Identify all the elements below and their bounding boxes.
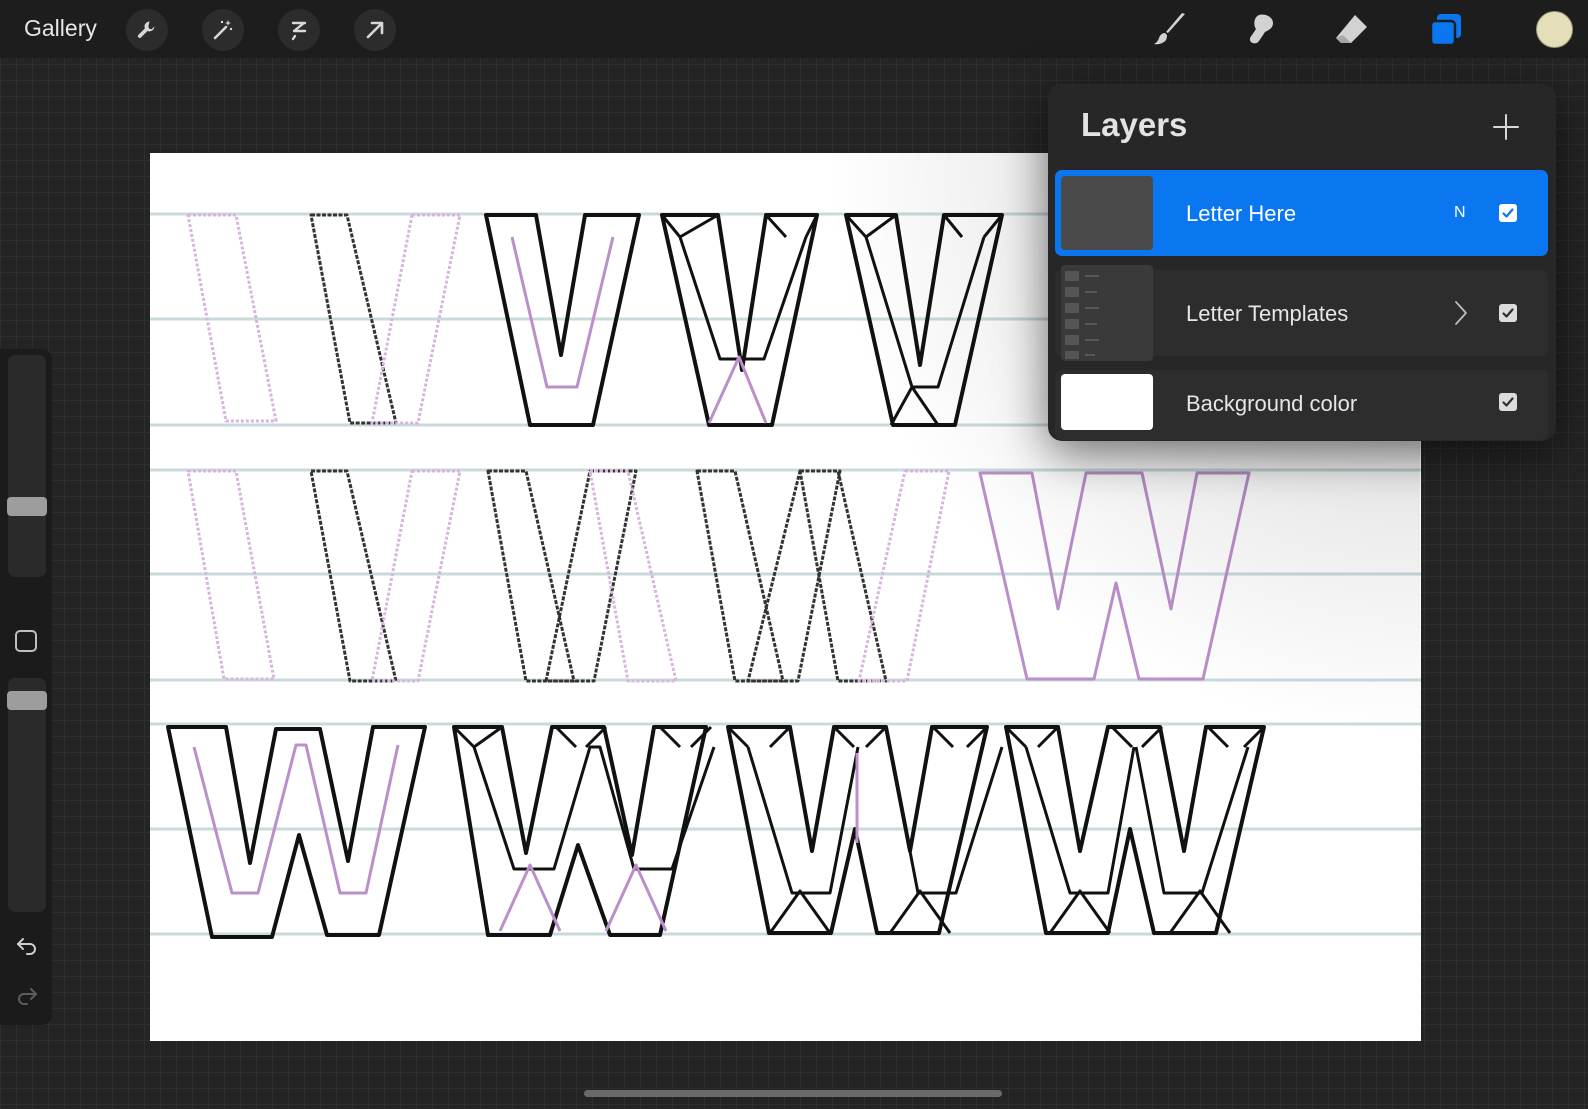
- left-sidebar: [0, 349, 52, 1025]
- layer-row-background-color[interactable]: Background color: [1055, 370, 1548, 440]
- visibility-checkbox[interactable]: [1499, 304, 1517, 322]
- layers-icon[interactable]: [1426, 12, 1466, 48]
- plus-icon[interactable]: [1490, 111, 1522, 143]
- modify-square-icon[interactable]: [15, 630, 37, 652]
- layers-panel: Layers Letter Here N Letter Templates Ba…: [1048, 84, 1556, 441]
- layer-group-letter-templates[interactable]: Letter Templates: [1055, 265, 1548, 361]
- background-thumbnail: [1061, 374, 1153, 430]
- color-picker-swatch[interactable]: [1536, 11, 1573, 48]
- opacity-thumb[interactable]: [7, 691, 47, 710]
- layers-title: Layers: [1081, 106, 1188, 143]
- selection-icon[interactable]: [278, 9, 320, 51]
- brush-size-slider[interactable]: [8, 355, 46, 577]
- layer-thumbnail: [1061, 176, 1153, 250]
- gallery-button[interactable]: Gallery: [24, 15, 97, 42]
- layer-name: Letter Templates: [1186, 301, 1349, 326]
- eraser-icon[interactable]: [1332, 12, 1372, 48]
- layer-name: Background color: [1186, 391, 1358, 416]
- blend-mode-button[interactable]: N: [1454, 204, 1466, 222]
- chevron-right-icon[interactable]: [1453, 300, 1469, 326]
- magic-wand-icon[interactable]: [202, 9, 244, 51]
- layer-row-letter-here[interactable]: Letter Here N: [1055, 170, 1548, 256]
- wrench-icon[interactable]: [126, 9, 168, 51]
- home-indicator[interactable]: [584, 1090, 1002, 1097]
- layer-name: Letter Here: [1186, 201, 1297, 226]
- brush-icon[interactable]: [1150, 12, 1190, 48]
- brush-size-thumb[interactable]: [7, 497, 47, 516]
- undo-icon[interactable]: [14, 933, 40, 959]
- top-toolbar: Gallery: [0, 0, 1588, 58]
- smudge-icon[interactable]: [1240, 12, 1280, 48]
- opacity-slider[interactable]: [8, 678, 46, 912]
- visibility-checkbox[interactable]: [1499, 393, 1517, 411]
- redo-icon[interactable]: [14, 983, 40, 1009]
- transform-arrow-icon[interactable]: [354, 9, 396, 51]
- row-2-w-templates: [186, 469, 1251, 683]
- visibility-checkbox[interactable]: [1499, 204, 1517, 222]
- row-3-w-letters: [166, 725, 1266, 939]
- group-thumbnail: [1061, 265, 1153, 361]
